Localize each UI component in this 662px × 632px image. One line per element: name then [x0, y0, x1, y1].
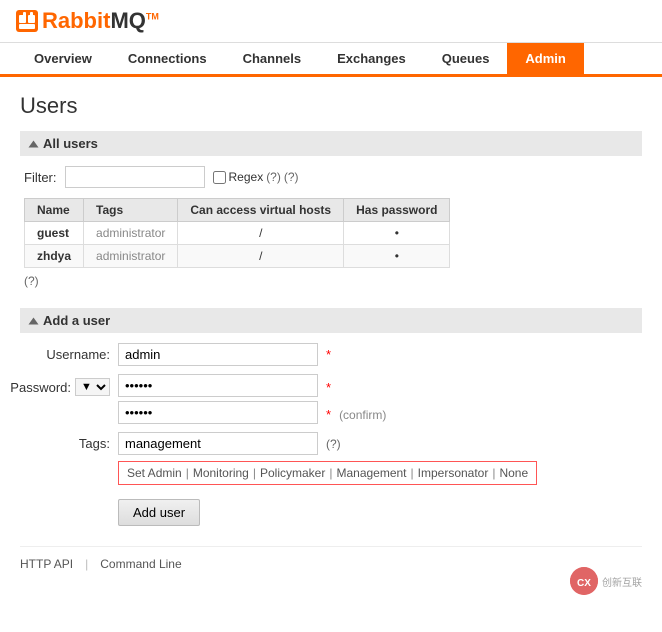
- add-button-row: Add user: [20, 493, 642, 526]
- tags-input[interactable]: [118, 432, 318, 455]
- logo-text: RabbitMQTM: [42, 8, 159, 34]
- watermark-logo-icon: CX: [570, 567, 598, 595]
- filter-input[interactable]: [65, 166, 205, 188]
- all-users-header: All users: [20, 131, 642, 156]
- nav-exchanges[interactable]: Exchanges: [319, 43, 424, 74]
- user-password-zhdya: •: [344, 245, 450, 268]
- main-nav: Overview Connections Channels Exchanges …: [0, 43, 662, 77]
- sep4: |: [411, 466, 414, 480]
- watermark: CX 创新互联: [570, 567, 642, 595]
- col-tags: Tags: [84, 199, 178, 222]
- user-tags-zhdya: administrator: [84, 245, 178, 268]
- tag-hint-none[interactable]: None: [499, 466, 528, 480]
- command-line-link[interactable]: Command Line: [100, 557, 181, 571]
- sep2: |: [253, 466, 256, 480]
- sep3: |: [329, 466, 332, 480]
- tags-label: Tags:: [20, 432, 110, 451]
- nav-connections[interactable]: Connections: [110, 43, 225, 74]
- page-content: Users All users Filter: Regex (?) (?) Na…: [0, 77, 662, 587]
- header: RabbitMQTM: [0, 0, 662, 43]
- password-label: Password: ▼: [20, 374, 110, 396]
- col-name: Name: [25, 199, 84, 222]
- user-name-zhdya[interactable]: zhdya: [25, 245, 84, 268]
- username-input[interactable]: [118, 343, 318, 366]
- tag-hint-policymaker[interactable]: Policymaker: [260, 466, 325, 480]
- all-users-section: All users Filter: Regex (?) (?) Name Tag…: [20, 131, 642, 288]
- svg-text:CX: CX: [577, 578, 591, 589]
- tag-hint-monitoring[interactable]: Monitoring: [193, 466, 249, 480]
- filter-row: Filter: Regex (?) (?): [20, 166, 642, 188]
- password-input[interactable]: [118, 374, 318, 397]
- username-row: Username: *: [20, 343, 642, 366]
- password-confirm-input[interactable]: [118, 401, 318, 424]
- footer-separator: |: [85, 557, 88, 571]
- tag-hint-set-admin[interactable]: Set Admin: [127, 466, 182, 480]
- add-user-header: Add a user: [20, 308, 642, 333]
- nav-channels[interactable]: Channels: [225, 43, 320, 74]
- tags-help[interactable]: (?): [326, 437, 341, 451]
- tag-hint-management[interactable]: Management: [336, 466, 406, 480]
- table-help: (?): [20, 274, 642, 288]
- all-users-label: All users: [43, 136, 98, 151]
- nav-overview[interactable]: Overview: [16, 43, 110, 74]
- user-password-guest: •: [344, 222, 450, 245]
- regex-checkbox[interactable]: [213, 171, 226, 184]
- users-table: Name Tags Can access virtual hosts Has p…: [24, 198, 450, 268]
- logo: RabbitMQTM: [16, 8, 159, 34]
- regex-help2[interactable]: (?): [284, 170, 299, 184]
- password-inputs: * * (confirm): [118, 374, 386, 424]
- add-user-section: Add a user Username: * Password: ▼ *: [20, 308, 642, 526]
- add-user-button[interactable]: Add user: [118, 499, 200, 526]
- tag-hints-container: Set Admin | Monitoring | Policymaker | M…: [118, 461, 537, 485]
- regex-label: Regex: [229, 170, 264, 184]
- bottom-bar: CX 创新互联: [0, 587, 662, 603]
- tags-row: Tags: (?) Set Admin | Monitoring | Polic…: [20, 432, 642, 485]
- table-row: guest administrator / •: [25, 222, 450, 245]
- rabbitmq-logo-icon: [16, 10, 38, 32]
- table-help-link[interactable]: (?): [24, 274, 39, 288]
- logo-tm: TM: [146, 12, 159, 22]
- filter-label: Filter:: [24, 170, 57, 185]
- username-label: Username:: [20, 343, 110, 362]
- password-type-select[interactable]: ▼: [75, 378, 110, 396]
- page-title: Users: [20, 93, 642, 119]
- nav-admin[interactable]: Admin: [507, 43, 583, 74]
- regex-help1[interactable]: (?): [266, 170, 281, 184]
- confirm-label: (confirm): [339, 404, 386, 422]
- sep5: |: [492, 466, 495, 480]
- user-vhosts-guest: /: [178, 222, 344, 245]
- tag-hint-impersonator[interactable]: Impersonator: [418, 466, 489, 480]
- password-required: *: [326, 376, 331, 395]
- watermark-text: 创新互联: [602, 574, 642, 589]
- col-has-password: Has password: [344, 199, 450, 222]
- add-user-label: Add a user: [43, 313, 110, 328]
- sep1: |: [186, 466, 189, 480]
- add-button-spacer: [20, 493, 110, 497]
- confirm-required: *: [326, 403, 331, 422]
- table-row: zhdya administrator / •: [25, 245, 450, 268]
- add-user-collapse-icon[interactable]: [29, 317, 39, 324]
- username-required: *: [326, 343, 331, 362]
- user-tags-guest: administrator: [84, 222, 178, 245]
- user-name-guest[interactable]: guest: [25, 222, 84, 245]
- collapse-icon[interactable]: [29, 140, 39, 147]
- http-api-link[interactable]: HTTP API: [20, 557, 73, 571]
- regex-checkbox-group: Regex (?) (?): [213, 170, 299, 184]
- col-vhosts: Can access virtual hosts: [178, 199, 344, 222]
- footer-links: HTTP API | Command Line: [20, 546, 642, 571]
- user-vhosts-zhdya: /: [178, 245, 344, 268]
- nav-queues[interactable]: Queues: [424, 43, 508, 74]
- password-row: Password: ▼ * * (confirm): [20, 374, 642, 424]
